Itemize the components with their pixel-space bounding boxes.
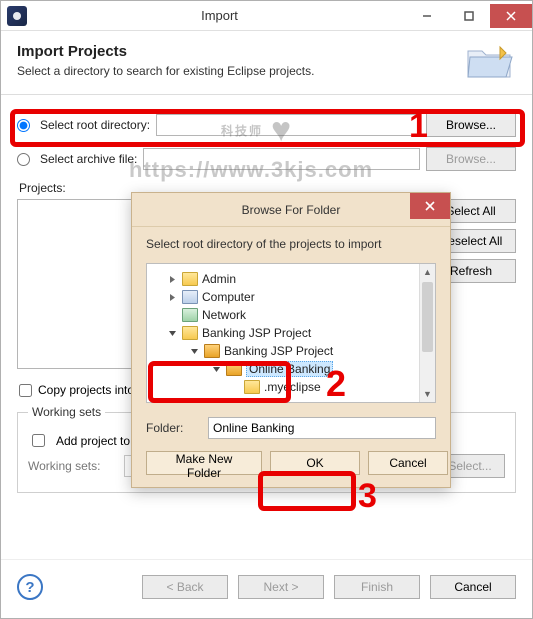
archive-file-input[interactable] [143, 148, 420, 170]
folder-field-label: Folder: [146, 421, 196, 435]
root-directory-label[interactable]: Select root directory: [40, 118, 150, 132]
ok-button[interactable]: OK [270, 451, 360, 475]
wizard-header: Import Projects Select a directory to se… [1, 31, 532, 95]
window-title: Import [33, 8, 406, 23]
tree-node[interactable]: Admin [147, 270, 435, 288]
scroll-down-icon[interactable]: ▼ [420, 386, 435, 402]
working-sets-legend: Working sets [28, 405, 105, 419]
folder-input[interactable] [208, 417, 436, 439]
tree-node-label: Admin [202, 272, 236, 286]
maximize-button[interactable] [448, 4, 490, 28]
folder-icon [182, 272, 198, 286]
archive-browse-button: Browse... [426, 147, 516, 171]
tree-node[interactable]: Network [147, 306, 435, 324]
tree-node-label: .myeclipse [264, 380, 321, 394]
tree-node-label: Computer [202, 290, 255, 304]
twisty-icon[interactable] [167, 292, 178, 303]
scroll-thumb[interactable] [422, 282, 433, 352]
root-directory-radio[interactable] [17, 119, 30, 132]
archive-file-label[interactable]: Select archive file: [40, 152, 137, 166]
twisty-icon[interactable] [229, 382, 240, 393]
add-workingset-checkbox[interactable] [32, 434, 45, 447]
cancel-button[interactable]: Cancel [430, 575, 516, 599]
folder-icon [244, 380, 260, 394]
dialog-cancel-button[interactable]: Cancel [368, 451, 448, 475]
twisty-icon[interactable] [211, 364, 222, 375]
root-directory-row: Select root directory: Browse... [17, 113, 516, 137]
folder-icon [226, 362, 242, 376]
workingset-row-label: Working sets: [28, 459, 116, 473]
root-browse-button[interactable]: Browse... [426, 113, 516, 137]
copy-projects-checkbox[interactable] [19, 384, 32, 397]
eclipse-app-icon [7, 6, 27, 26]
computer-icon [182, 290, 198, 304]
folder-icon [182, 326, 198, 340]
dialog-instruction: Select root directory of the projects to… [146, 237, 436, 251]
scroll-up-icon[interactable]: ▲ [420, 264, 435, 280]
twisty-icon[interactable] [167, 274, 178, 285]
wizard-footer: ? < Back Next > Finish Cancel [1, 559, 532, 618]
page-title: Import Projects [17, 43, 516, 60]
folder-tree[interactable]: Admin Computer Network Banking JSP Project B… [146, 263, 436, 403]
archive-file-row: Select archive file: Browse... [17, 147, 516, 171]
tree-node-label: Banking JSP Project [202, 326, 311, 340]
twisty-icon[interactable] [189, 346, 200, 357]
twisty-icon[interactable] [167, 328, 178, 339]
minimize-button[interactable] [406, 4, 448, 28]
twisty-icon[interactable] [167, 310, 178, 321]
tree-scrollbar[interactable]: ▲ ▼ [419, 264, 435, 402]
close-button[interactable] [490, 4, 532, 28]
tree-node[interactable]: Online Banking [147, 360, 435, 378]
help-icon[interactable]: ? [17, 574, 43, 600]
root-directory-input[interactable] [156, 114, 420, 136]
finish-button: Finish [334, 575, 420, 599]
import-folder-icon [466, 41, 514, 81]
folder-icon [204, 344, 220, 358]
tree-node-label: Banking JSP Project [224, 344, 333, 358]
next-button: Next > [238, 575, 324, 599]
browse-folder-dialog: Browse For Folder Select root directory … [131, 192, 451, 488]
import-window: Import Import Projects Select a director… [0, 0, 533, 619]
dialog-titlebar: Browse For Folder [132, 193, 450, 227]
tree-node-label: Online Banking [246, 361, 333, 377]
tree-node-label: Network [202, 308, 246, 322]
make-new-folder-button[interactable]: Make New Folder [146, 451, 262, 475]
dialog-close-button[interactable] [410, 193, 450, 219]
page-subtitle: Select a directory to search for existin… [17, 64, 516, 78]
tree-node[interactable]: .myeclipse [147, 378, 435, 396]
tree-node[interactable]: Banking JSP Project [147, 342, 435, 360]
tree-node[interactable]: Banking JSP Project [147, 324, 435, 342]
back-button: < Back [142, 575, 228, 599]
archive-file-radio[interactable] [17, 153, 30, 166]
dialog-title: Browse For Folder [242, 203, 341, 217]
network-icon [182, 308, 198, 322]
title-bar: Import [1, 1, 532, 31]
tree-node[interactable]: Computer [147, 288, 435, 306]
